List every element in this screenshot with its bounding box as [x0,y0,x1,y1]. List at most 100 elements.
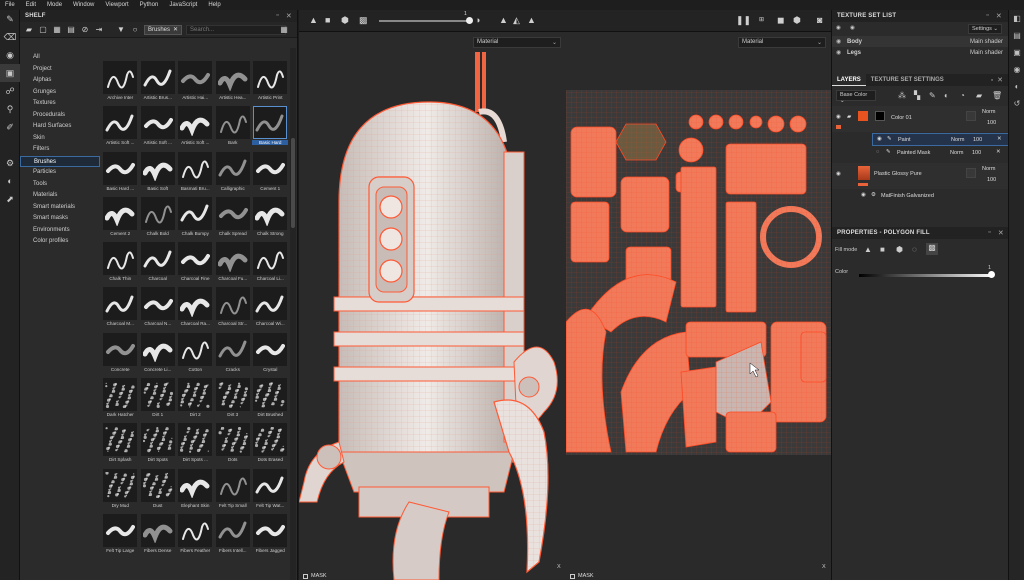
brush-item[interactable]: Chalk Bold [140,196,177,242]
shelf-category-skin[interactable]: Skin [20,133,100,145]
brush-item[interactable]: Charcoal Fu... [215,242,252,287]
mesh-icon[interactable]: ◭ [513,16,520,25]
brush-item[interactable]: Fibers Feather [177,513,214,559]
shelf-category-all[interactable]: All [20,52,100,64]
scroll-thumb[interactable] [291,138,295,228]
mask-tab-2d[interactable]: MASK [566,572,594,580]
close-icon[interactable]: ✕ [173,26,178,33]
opacity-value[interactable]: 100 [987,120,996,126]
shelf-category-particles[interactable]: Particles [20,167,100,179]
square-icon[interactable]: ■ [325,16,330,25]
add-mask-icon[interactable]: ◔ [960,91,965,100]
channel-select[interactable]: Base Color ⌄ [836,90,876,104]
brush-item[interactable]: Charcoal M... [102,287,139,332]
pause-icon[interactable]: ❚❚ [736,16,751,25]
shelf-search-input[interactable]: Search... [186,24,287,35]
brush-item[interactable]: Archive Inter [102,61,139,106]
brush-item[interactable]: Charcoal Wi... [252,287,289,332]
brush-item[interactable]: Chalk Strong [252,196,289,242]
uv-fill-icon[interactable]: ◌ [912,245,917,254]
menu-item-help[interactable]: Help [208,2,220,8]
screenshot-icon[interactable]: ◙ [817,16,822,25]
shelf-category-textures[interactable]: Textures [20,98,100,110]
shelf-category-smart-masks[interactable]: Smart masks [20,213,100,225]
color-picker-icon[interactable]: ◑ [475,16,480,25]
texture-set-shader[interactable]: Main shader [970,39,1003,45]
object-fill-icon[interactable]: ⬢ [896,245,903,254]
shelf-scrollbar[interactable] [290,48,296,580]
polygon-fill-icon[interactable]: ▣ [0,64,20,82]
picker-icon[interactable]: ✐ [0,118,20,136]
brush-item[interactable]: Dirt Splash [102,423,139,468]
menu-item-file[interactable]: File [5,2,15,8]
brush-item[interactable]: Bark [215,106,252,151]
sphere-icon[interactable]: ○ [130,25,140,35]
blend-mode[interactable]: Norm [951,137,964,143]
brushes-filter-chip[interactable]: Brushes ✕ [144,24,183,35]
eye-icon[interactable]: ◉ [836,25,841,31]
float-icon[interactable]: ▫ [991,77,993,84]
view-mode-icon[interactable]: ⊞ [759,16,764,25]
blend-mode[interactable]: Norm [950,150,963,156]
grid-icon[interactable]: ▦ [52,25,62,35]
shelf-category-color-profiles[interactable]: Color profiles [20,236,100,248]
brush-item[interactable]: Artistic Print [252,61,289,106]
mask-tab-3d[interactable]: MASK [299,572,327,580]
brush-item[interactable]: Cracks [215,332,252,378]
shader-icon[interactable]: ◐ [1009,78,1024,95]
shelf-category-filters[interactable]: Filters [20,144,100,156]
brush-item[interactable]: Dots Erased [252,423,289,468]
menu-item-viewport[interactable]: Viewport [105,2,128,8]
brush-item[interactable]: Dry Mud [102,468,139,514]
brush-item[interactable]: Dirt Brushed [252,378,289,423]
viewport-3d[interactable]: Material ⌄ MASK X [299,32,566,580]
add-fill-icon[interactable]: ▚ [914,91,920,100]
menu-item-javascript[interactable]: JavaScript [169,2,197,8]
brush-item[interactable]: Basic Hard ... [102,151,139,197]
opacity-value[interactable]: 100 [973,137,982,143]
texture-set-item[interactable]: ◉ Legs Main shader [832,47,1009,58]
tab-texture-set-settings[interactable]: TEXTURE SET SETTINGS [866,74,949,86]
paint-brush-icon[interactable]: ✎ [0,10,20,28]
add-effect-icon[interactable]: ⁂ [898,91,906,100]
menu-item-edit[interactable]: Edit [26,2,36,8]
clone-icon[interactable]: ⚲ [0,100,20,118]
brush-item[interactable]: Crystal [252,332,289,378]
layer-row[interactable]: ◉ ▰ Color 01 Norm 100 [832,106,1009,132]
eye-icon[interactable]: ◉ [836,38,844,45]
brush-item[interactable]: Basmati Bru... [177,151,214,197]
brush-item[interactable]: Artistic Soft ... [177,106,214,151]
brush-item[interactable]: Fibers Jagged [252,513,289,559]
symmetry-icon[interactable]: ▲ [309,16,318,25]
bake-icon[interactable]: ◐ [0,172,20,190]
folder-icon[interactable]: ▰ [24,25,34,35]
view-grid-icon[interactable]: ▦ [279,25,289,35]
brush-item[interactable]: Charcoal Str... [215,287,252,332]
brush-item[interactable]: Cotton [177,332,214,378]
new-icon[interactable]: ▢ [38,25,48,35]
quad-fill-icon[interactable]: ■ [880,245,885,254]
close-icon[interactable]: ✕ [996,12,1002,20]
close-icon[interactable]: ✕ [286,12,292,20]
display-settings-icon[interactable]: ◉ [1009,61,1024,78]
material-thumb[interactable] [858,166,870,180]
brush-item[interactable]: Dirt Spots [140,423,177,468]
brush-item[interactable]: Artistic Hai... [177,61,214,106]
opacity-value[interactable]: 100 [972,150,981,156]
brush-item[interactable]: Dirt 1 [140,378,177,423]
brush-item[interactable]: Basic Hard [252,106,289,151]
properties-icon[interactable]: ▣ [1009,44,1024,61]
brush-item[interactable]: Charcoal Fine [177,242,214,287]
shelf-category-project[interactable]: Project [20,64,100,76]
color-swatch[interactable] [858,111,868,121]
tsl-settings-select[interactable]: Settings ⌄ [968,24,1002,34]
layer-row[interactable]: ◉ ⚙ MatFinish Galvanized [857,190,1009,203]
brush-item[interactable]: Charcoal Ra... [177,287,214,332]
camera-icon[interactable]: ◼ [777,16,784,25]
menu-item-python[interactable]: Python [140,2,159,8]
folder-icon[interactable]: ▰ [976,91,982,100]
eraser-icon[interactable]: ⌫ [0,28,20,46]
eye-icon[interactable]: ◉ [836,114,841,120]
brush-item[interactable]: Concrete Li... [140,332,177,378]
brush-item[interactable]: Felt Tip Wat... [252,468,289,514]
